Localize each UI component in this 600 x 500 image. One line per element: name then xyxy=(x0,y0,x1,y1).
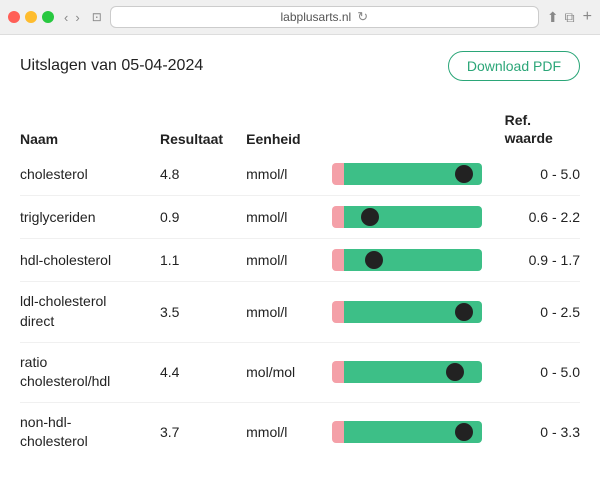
cell-eenheid: mmol/l xyxy=(246,239,332,282)
cell-naam: hdl-cholesterol xyxy=(20,239,160,282)
cell-resultaat: 1.1 xyxy=(160,239,246,282)
cell-bar xyxy=(332,153,504,196)
share-icon[interactable]: ⬆ xyxy=(547,9,559,26)
cell-naam: ratiocholesterol/hdl xyxy=(20,342,160,402)
cell-bar xyxy=(332,342,504,402)
cell-resultaat: 3.5 xyxy=(160,282,246,342)
cell-naam: cholesterol xyxy=(20,153,160,196)
cell-ref: 0.6 - 2.2 xyxy=(505,196,580,239)
cell-ref: 0 - 5.0 xyxy=(505,342,580,402)
cell-ref: 0 - 2.5 xyxy=(505,282,580,342)
value-dot xyxy=(361,208,379,226)
table-row: ldl-cholesteroldirect3.5mmol/l 0 - 2.5 xyxy=(20,282,580,342)
col-header-bar xyxy=(332,105,504,153)
browser-actions: ⬆ ⧉ xyxy=(547,9,575,26)
cell-naam: triglyceriden xyxy=(20,196,160,239)
minimize-button[interactable] xyxy=(25,11,37,23)
col-header-resultaat: Resultaat xyxy=(160,105,246,153)
col-header-naam: Naam xyxy=(20,105,160,153)
traffic-lights xyxy=(8,11,54,23)
table-row: non-hdl-cholesterol3.7mmol/l 0 - 3.3 xyxy=(20,402,580,462)
cell-eenheid: mol/mol xyxy=(246,342,332,402)
cell-ref: 0.9 - 1.7 xyxy=(505,239,580,282)
page-content: Uitslagen van 05-04-2024 Download PDF Na… xyxy=(0,35,600,478)
value-dot xyxy=(455,165,473,183)
col-header-ref: Ref. waarde xyxy=(505,105,580,153)
value-dot xyxy=(365,251,383,269)
value-dot xyxy=(455,423,473,441)
tab-icon: ⊡ xyxy=(92,10,102,24)
duplicate-icon[interactable]: ⧉ xyxy=(565,9,575,26)
cell-bar xyxy=(332,402,504,462)
value-dot xyxy=(455,303,473,321)
browser-chrome: ‹ › ⊡ labplusarts.nl ↻ ⬆ ⧉ + xyxy=(0,0,600,35)
url-text: labplusarts.nl xyxy=(281,10,352,24)
nav-arrows: ‹ › xyxy=(62,10,82,25)
cell-eenheid: mmol/l xyxy=(246,282,332,342)
new-tab-button[interactable]: + xyxy=(583,8,592,26)
cell-naam: ldl-cholesteroldirect xyxy=(20,282,160,342)
value-dot xyxy=(446,363,464,381)
cell-resultaat: 3.7 xyxy=(160,402,246,462)
cell-eenheid: mmol/l xyxy=(246,196,332,239)
table-row: hdl-cholesterol1.1mmol/l 0.9 - 1.7 xyxy=(20,239,580,282)
cell-ref: 0 - 5.0 xyxy=(505,153,580,196)
table-row: triglyceriden0.9mmol/l 0.6 - 2.2 xyxy=(20,196,580,239)
cell-naam: non-hdl-cholesterol xyxy=(20,402,160,462)
page-title: Uitslagen van 05-04-2024 xyxy=(20,57,203,75)
results-table: Naam Resultaat Eenheid Ref. waarde chole… xyxy=(20,105,580,462)
cell-bar xyxy=(332,196,504,239)
page-header: Uitslagen van 05-04-2024 Download PDF xyxy=(20,51,580,81)
cell-eenheid: mmol/l xyxy=(246,402,332,462)
cell-bar xyxy=(332,282,504,342)
maximize-button[interactable] xyxy=(42,11,54,23)
reload-icon[interactable]: ↻ xyxy=(357,9,368,25)
col-header-eenheid: Eenheid xyxy=(246,105,332,153)
cell-resultaat: 4.4 xyxy=(160,342,246,402)
download-pdf-button[interactable]: Download PDF xyxy=(448,51,580,81)
table-row: ratiocholesterol/hdl4.4mol/mol 0 - 5.0 xyxy=(20,342,580,402)
cell-resultaat: 0.9 xyxy=(160,196,246,239)
cell-ref: 0 - 3.3 xyxy=(505,402,580,462)
forward-button[interactable]: › xyxy=(73,10,81,25)
close-button[interactable] xyxy=(8,11,20,23)
address-bar[interactable]: labplusarts.nl ↻ xyxy=(110,6,539,28)
back-button[interactable]: ‹ xyxy=(62,10,70,25)
cell-eenheid: mmol/l xyxy=(246,153,332,196)
cell-resultaat: 4.8 xyxy=(160,153,246,196)
table-row: cholesterol4.8mmol/l 0 - 5.0 xyxy=(20,153,580,196)
cell-bar xyxy=(332,239,504,282)
